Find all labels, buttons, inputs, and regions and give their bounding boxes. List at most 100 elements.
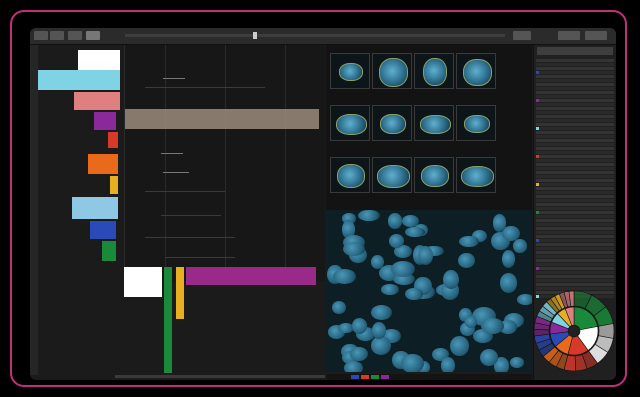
table-row[interactable] xyxy=(536,275,614,278)
table-row[interactable] xyxy=(536,95,614,98)
hierarchy-node[interactable] xyxy=(108,132,118,148)
timeline-slider-handle[interactable] xyxy=(252,32,257,39)
cell-thumbnail[interactable] xyxy=(414,53,454,89)
cell-thumbnail[interactable] xyxy=(414,157,454,193)
table-row[interactable] xyxy=(536,243,614,246)
table-row[interactable] xyxy=(536,91,614,94)
cell-thumbnail[interactable] xyxy=(414,105,454,141)
cell-thumbnail[interactable] xyxy=(372,157,412,193)
table-row[interactable] xyxy=(536,63,614,66)
table-row[interactable] xyxy=(536,259,614,262)
table-row[interactable] xyxy=(536,59,614,62)
table-row[interactable] xyxy=(536,279,614,282)
hierarchy-node[interactable] xyxy=(90,221,116,239)
table-row[interactable] xyxy=(536,219,614,222)
hierarchy-node[interactable] xyxy=(74,92,120,110)
table-row[interactable] xyxy=(536,267,614,270)
cell-thumbnail[interactable] xyxy=(372,105,412,141)
table-row[interactable] xyxy=(536,75,614,78)
table-row[interactable] xyxy=(536,207,614,210)
table-row[interactable] xyxy=(536,143,614,146)
cell-thumbnail[interactable] xyxy=(456,105,496,141)
table-row[interactable] xyxy=(536,255,614,258)
status-swatch[interactable] xyxy=(361,375,369,379)
table-row[interactable] xyxy=(536,107,614,110)
table-row[interactable] xyxy=(536,211,614,214)
hierarchy-node[interactable] xyxy=(102,241,116,261)
table-row[interactable] xyxy=(536,227,614,230)
table-row[interactable] xyxy=(536,191,614,194)
hierarchy-node[interactable] xyxy=(164,267,172,373)
status-swatch[interactable] xyxy=(381,375,389,379)
table-row[interactable] xyxy=(536,135,614,138)
table-row[interactable] xyxy=(536,167,614,170)
hierarchy-node[interactable] xyxy=(38,70,120,90)
table-row[interactable] xyxy=(536,235,614,238)
sunburst-center[interactable] xyxy=(569,326,579,336)
cell-thumbnail[interactable] xyxy=(330,157,370,193)
table-row[interactable] xyxy=(536,231,614,234)
horizontal-scrollbar[interactable] xyxy=(115,375,325,378)
hierarchy-node[interactable] xyxy=(110,176,118,194)
table-row[interactable] xyxy=(536,139,614,142)
hierarchy-node[interactable] xyxy=(176,267,184,319)
table-row[interactable] xyxy=(536,203,614,206)
table-row[interactable] xyxy=(536,119,614,122)
table-row[interactable] xyxy=(536,111,614,114)
table-row[interactable] xyxy=(536,83,614,86)
cell-thumbnail[interactable] xyxy=(330,105,370,141)
status-swatch[interactable] xyxy=(371,375,379,379)
toolbar-button[interactable] xyxy=(513,31,531,40)
table-row[interactable] xyxy=(536,67,614,70)
table-row[interactable] xyxy=(536,183,614,186)
toolbar-button[interactable] xyxy=(34,31,48,40)
cell-thumbnail[interactable] xyxy=(456,157,496,193)
table-row[interactable] xyxy=(536,151,614,154)
table-row[interactable] xyxy=(536,271,614,274)
hierarchy-node[interactable] xyxy=(88,154,118,174)
cell-thumbnail[interactable] xyxy=(330,53,370,89)
table-row[interactable] xyxy=(536,163,614,166)
table-row[interactable] xyxy=(536,131,614,134)
hierarchy-node[interactable] xyxy=(186,267,316,285)
table-row[interactable] xyxy=(536,263,614,266)
table-row[interactable] xyxy=(536,251,614,254)
table-row[interactable] xyxy=(536,147,614,150)
toolbar-button[interactable] xyxy=(86,31,100,40)
table-row[interactable] xyxy=(536,103,614,106)
microscopy-image[interactable] xyxy=(326,210,532,372)
hierarchy-node[interactable] xyxy=(72,197,118,219)
sunburst-chart[interactable] xyxy=(533,290,615,372)
table-row[interactable] xyxy=(536,171,614,174)
table-row[interactable] xyxy=(536,195,614,198)
table-row[interactable] xyxy=(536,155,614,158)
table-row[interactable] xyxy=(536,239,614,242)
hierarchy-node[interactable] xyxy=(124,267,162,297)
cell-thumbnail[interactable] xyxy=(456,53,496,89)
feature-plot-panel[interactable] xyxy=(124,45,325,281)
timeline-slider[interactable] xyxy=(125,32,505,39)
table-row[interactable] xyxy=(536,215,614,218)
table-row[interactable] xyxy=(536,99,614,102)
table-row[interactable] xyxy=(536,71,614,74)
table-row[interactable] xyxy=(536,179,614,182)
table-row[interactable] xyxy=(536,123,614,126)
table-row[interactable] xyxy=(536,187,614,190)
toolbar-button[interactable] xyxy=(50,31,64,40)
table-row[interactable] xyxy=(536,223,614,226)
table-row[interactable] xyxy=(536,127,614,130)
table-row[interactable] xyxy=(536,87,614,90)
toolbar-button[interactable] xyxy=(68,31,82,40)
table-row[interactable] xyxy=(536,159,614,162)
cell-thumbnail[interactable] xyxy=(372,53,412,89)
hierarchy-node[interactable] xyxy=(78,50,120,70)
table-row[interactable] xyxy=(536,247,614,250)
hierarchy-node[interactable] xyxy=(94,112,116,130)
toolbar-button[interactable] xyxy=(558,31,580,40)
status-swatch[interactable] xyxy=(351,375,359,379)
table-row[interactable] xyxy=(536,79,614,82)
table-row[interactable] xyxy=(536,115,614,118)
table-header[interactable] xyxy=(537,47,613,55)
table-row[interactable] xyxy=(536,283,614,286)
table-row[interactable] xyxy=(536,199,614,202)
